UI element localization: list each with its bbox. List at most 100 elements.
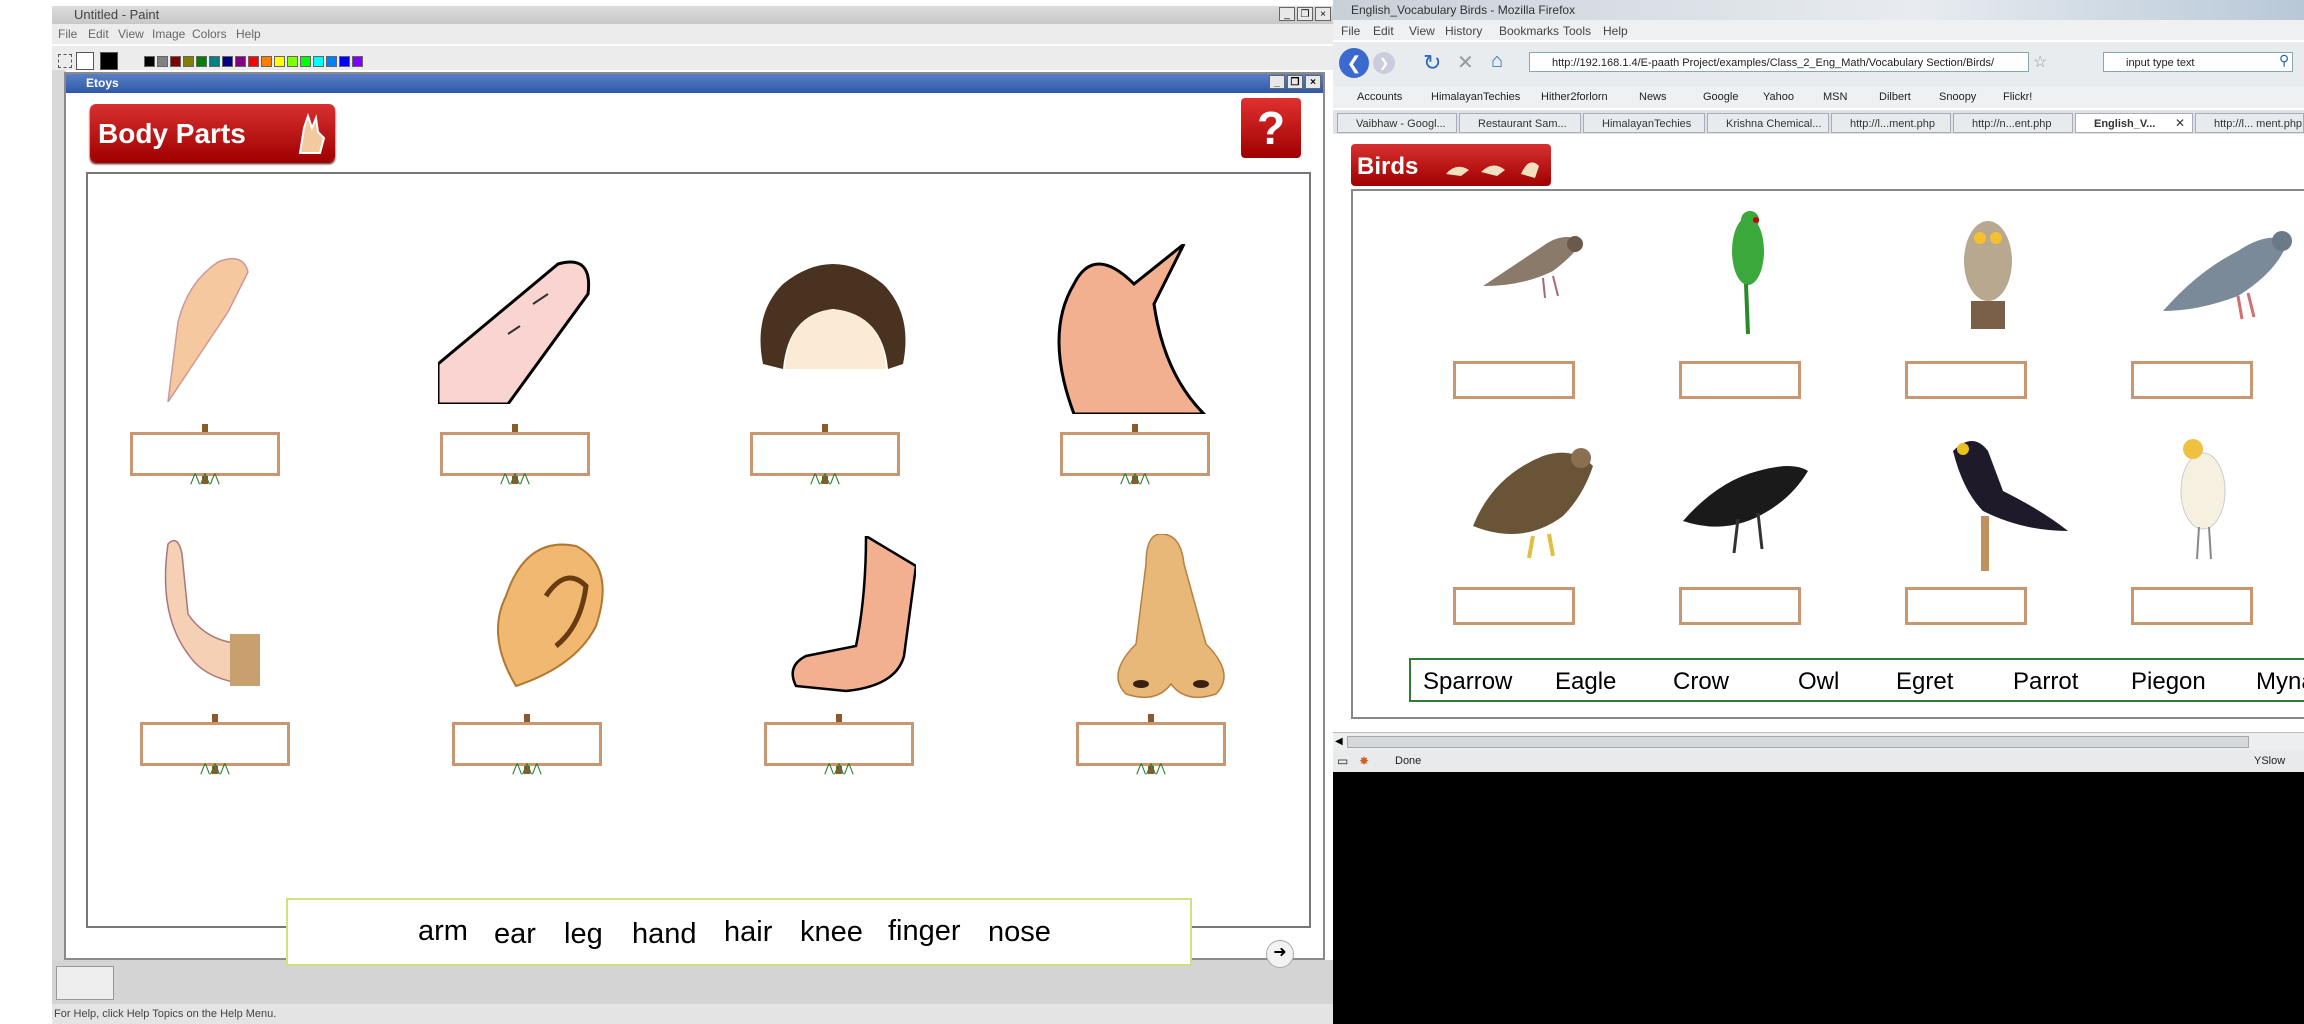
palette-swatch[interactable] xyxy=(183,56,194,67)
yslow-label[interactable]: YSlow xyxy=(2254,750,2285,772)
bookmark-dilbert[interactable]: Dilbert xyxy=(1879,91,1911,103)
parrot-answer-box[interactable] xyxy=(1679,361,1801,399)
ff-menu-tools[interactable]: Tools xyxy=(1563,24,1591,38)
answer-slot[interactable] xyxy=(140,722,290,766)
word-hair[interactable]: hair xyxy=(724,916,772,949)
minimize-button[interactable]: _ xyxy=(1279,7,1295,21)
ff-menu-edit[interactable]: Edit xyxy=(1373,24,1394,38)
horizontal-scrollbar[interactable]: ◀ xyxy=(1333,732,2304,751)
close-button[interactable]: × xyxy=(1315,7,1331,21)
palette-swatch[interactable] xyxy=(326,56,337,67)
reload-icon[interactable]: ↻ xyxy=(1423,50,1441,76)
paint-titlebar[interactable]: Untitled - Paint _ ❐ × xyxy=(52,6,1333,24)
answer-slot[interactable] xyxy=(1076,722,1226,766)
ff-menu-view[interactable]: View xyxy=(1409,24,1435,38)
bookmark-google[interactable]: Google xyxy=(1703,91,1738,103)
sparrow-answer-box[interactable] xyxy=(1453,361,1575,399)
crow-answer-box[interactable] xyxy=(1679,587,1801,625)
bookmark-snoopy[interactable]: Snoopy xyxy=(1939,91,1976,103)
menu-image[interactable]: Image xyxy=(152,27,185,41)
palette-swatch[interactable] xyxy=(261,56,272,67)
word-ear[interactable]: ear xyxy=(494,918,536,951)
word-finger[interactable]: finger xyxy=(888,915,961,948)
palette-swatch[interactable] xyxy=(196,56,207,67)
firefox-titlebar[interactable]: English_Vocabulary Birds - Mozilla Firef… xyxy=(1333,0,2304,20)
palette-swatch[interactable] xyxy=(157,56,168,67)
tab-1[interactable]: Vaibhaw - Googl... xyxy=(1337,113,1457,133)
firebug-icon[interactable]: ✸ xyxy=(1359,750,1369,772)
word-parrot[interactable]: Parrot xyxy=(2013,668,2078,696)
egret-answer-box[interactable] xyxy=(2131,587,2253,625)
menu-view[interactable]: View xyxy=(118,27,144,41)
home-icon[interactable]: ⌂ xyxy=(1491,50,1503,73)
palette-swatch[interactable] xyxy=(313,56,324,67)
select-tool-icon[interactable] xyxy=(58,54,72,68)
palette-swatch[interactable] xyxy=(144,56,155,67)
answer-slot[interactable] xyxy=(130,432,280,476)
back-icon[interactable]: ❮ xyxy=(1339,48,1369,78)
scroll-left-icon[interactable]: ◀ xyxy=(1335,736,1343,747)
restore-button[interactable]: ❐ xyxy=(1297,7,1313,21)
palette-swatch[interactable] xyxy=(209,56,220,67)
word-crow[interactable]: Crow xyxy=(1673,668,1729,696)
bookmark-news[interactable]: News xyxy=(1639,91,1667,103)
ff-menu-bookmarks[interactable]: Bookmarks xyxy=(1499,24,1559,38)
url-bar[interactable]: http://192.168.1.4/E-paath Project/examp… xyxy=(1529,52,2029,72)
rect-select-icon[interactable] xyxy=(76,52,94,70)
forward-icon[interactable]: ❯ xyxy=(1373,52,1395,74)
answer-slot[interactable] xyxy=(1060,432,1210,476)
tab-close-icon[interactable]: ✕ xyxy=(2175,116,2185,130)
bookmark-flickr[interactable]: Flickr! xyxy=(2003,91,2032,103)
menu-colors[interactable]: Colors xyxy=(192,27,227,41)
bookmark-star-icon[interactable]: ☆ xyxy=(2033,52,2047,72)
palette-swatch[interactable] xyxy=(248,56,259,67)
tab-4[interactable]: Krishna Chemical... xyxy=(1707,113,1829,133)
word-egret[interactable]: Egret xyxy=(1896,668,1953,696)
palette-swatch[interactable] xyxy=(274,56,285,67)
eagle-answer-box[interactable] xyxy=(1453,587,1575,625)
tab-5[interactable]: http://l...ment.php xyxy=(1831,113,1951,133)
answer-slot[interactable] xyxy=(764,722,914,766)
bookmark-himalayantechies[interactable]: HimalayanTechies xyxy=(1431,91,1520,103)
answer-slot[interactable] xyxy=(440,432,590,476)
word-knee[interactable]: knee xyxy=(800,916,863,949)
ff-menu-file[interactable]: File xyxy=(1341,24,1360,38)
word-eagle[interactable]: Eagle xyxy=(1555,668,1616,696)
word-hand[interactable]: hand xyxy=(632,918,697,951)
scroll-thumb[interactable] xyxy=(1347,736,2249,748)
stop-icon[interactable]: ✕ xyxy=(1457,50,1474,75)
menu-edit[interactable]: Edit xyxy=(88,27,109,41)
etoys-close-button[interactable]: × xyxy=(1305,75,1321,89)
palette-swatch[interactable] xyxy=(287,56,298,67)
help-button[interactable]: ? xyxy=(1241,98,1301,158)
word-myna[interactable]: Myna xyxy=(2256,668,2304,696)
etoys-restore-button[interactable]: ❐ xyxy=(1287,75,1303,89)
owl-answer-box[interactable] xyxy=(1905,361,2027,399)
ff-menu-history[interactable]: History xyxy=(1445,24,1482,38)
word-nose[interactable]: nose xyxy=(988,916,1051,949)
bookmark-hither2forlorn[interactable]: Hither2forlorn xyxy=(1541,91,1608,103)
bookmark-msn[interactable]: MSN xyxy=(1823,91,1847,103)
word-piegon[interactable]: Piegon xyxy=(2131,668,2206,696)
word-arm[interactable]: arm xyxy=(418,915,468,948)
word-owl[interactable]: Owl xyxy=(1798,668,1839,696)
tab-2[interactable]: Restaurant Sam... xyxy=(1459,113,1581,133)
menu-help[interactable]: Help xyxy=(236,27,261,41)
palette-swatch[interactable] xyxy=(170,56,181,67)
palette-swatch[interactable] xyxy=(235,56,246,67)
answer-slot[interactable] xyxy=(452,722,602,766)
tab-6[interactable]: http://n...ent.php xyxy=(1953,113,2073,133)
etoys-minimize-button[interactable]: _ xyxy=(1269,75,1285,89)
word-sparrow[interactable]: Sparrow xyxy=(1423,668,1512,696)
palette-swatch[interactable] xyxy=(352,56,363,67)
pigeon-answer-box[interactable] xyxy=(2131,361,2253,399)
bookmark-yahoo[interactable]: Yahoo xyxy=(1763,91,1794,103)
search-input[interactable]: input type text xyxy=(2103,52,2293,72)
palette-swatch[interactable] xyxy=(339,56,350,67)
ff-menu-help[interactable]: Help xyxy=(1603,24,1628,38)
word-leg[interactable]: leg xyxy=(564,918,603,951)
answer-slot[interactable] xyxy=(750,432,900,476)
etoys-titlebar[interactable]: Etoys _ ❐ × xyxy=(66,74,1323,93)
tab-8[interactable]: http://l... ment.php xyxy=(2195,113,2304,133)
myna-answer-box[interactable] xyxy=(1905,587,2027,625)
